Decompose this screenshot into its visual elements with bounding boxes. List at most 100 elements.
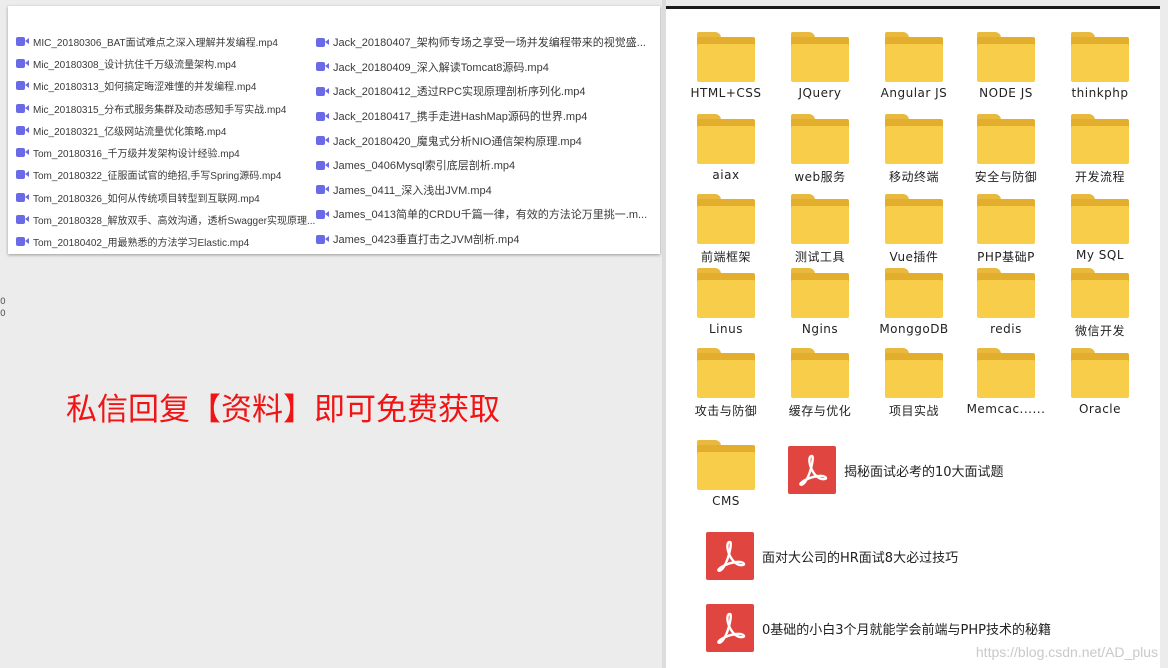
video-file-icon — [16, 103, 29, 113]
folder-item[interactable]: Ngins — [780, 268, 860, 336]
folder-icon — [977, 32, 1035, 82]
left-edge-fragment: 00 — [0, 297, 6, 319]
folder-label: 项目实战 — [888, 404, 939, 418]
folder-label: redis — [990, 322, 1022, 336]
video-file-name: James_0406Mysql索引底层剖析.mp4 — [333, 160, 516, 173]
video-file-icon — [16, 237, 29, 247]
folder-item[interactable]: 微信开发 — [1060, 268, 1140, 339]
folder-label: Linus — [709, 322, 743, 336]
pdf-file-item[interactable]: 揭秘面试必考的10大面试题 — [788, 446, 1004, 494]
video-file-item[interactable]: Jack_20180407_架构师专场之享受一场并发编程带来的视觉盛... — [316, 30, 656, 55]
folder-item[interactable]: Memcac...... — [966, 348, 1046, 416]
folder-label: 攻击与防御 — [694, 404, 758, 418]
folder-icon — [1071, 194, 1129, 244]
pdf-icon — [706, 604, 754, 652]
video-file-name: James_0413简单的CRDU千篇一律，有效的方法论万里挑一.m... — [333, 209, 648, 222]
folder-item[interactable]: aiax — [686, 114, 766, 182]
folder-item[interactable]: PHP基础P — [966, 194, 1046, 265]
video-file-icon — [316, 185, 329, 195]
folder-icon — [885, 348, 943, 398]
video-file-icon — [316, 234, 329, 244]
folder-item[interactable]: Angular JS — [874, 32, 954, 100]
folder-item[interactable]: My SQL — [1060, 194, 1140, 262]
folder-item[interactable]: NODE JS — [966, 32, 1046, 100]
video-file-item[interactable]: Mic_20180313_如何搞定晦涩难懂的并发编程.mp4 — [16, 75, 316, 97]
folder-icon — [1071, 114, 1129, 164]
video-file-icon — [16, 215, 29, 225]
folder-icon — [1071, 348, 1129, 398]
video-file-item[interactable]: James_0413简单的CRDU千篇一律，有效的方法论万里挑一.m... — [316, 202, 656, 227]
folder-icon — [697, 32, 755, 82]
video-file-icon — [316, 160, 329, 170]
video-file-item[interactable]: James_0406Mysql索引底层剖析.mp4 — [316, 153, 656, 178]
folder-item[interactable]: redis — [966, 268, 1046, 336]
folder-icon — [697, 440, 755, 490]
video-file-item[interactable]: Mic_20180315_分布式服务集群及动态感知手写实战.mp4 — [16, 97, 316, 119]
folder-item[interactable]: 安全与防御 — [966, 114, 1046, 185]
video-file-name: Jack_20180412_透过RPC实现原理剖析序列化.mp4 — [333, 86, 586, 99]
video-file-item[interactable]: Tom_20180316_千万级并发架构设计经验.mp4 — [16, 141, 316, 163]
video-file-name: Tom_20180326_如何从传统项目转型到互联网.mp4 — [33, 193, 260, 205]
folder-item[interactable]: 测试工具 — [780, 194, 860, 265]
folder-item[interactable]: JQuery — [780, 32, 860, 100]
video-file-item[interactable]: Tom_20180328_解放双手、高效沟通，透析Swagger实现原理... — [16, 208, 316, 230]
folder-label: MonggoDB — [879, 322, 949, 336]
video-file-name: Mic_20180313_如何搞定晦涩难懂的并发编程.mp4 — [33, 82, 257, 94]
pdf-label: 面对大公司的HR面试8大必过技巧 — [762, 550, 959, 566]
folder-label: 缓存与优化 — [788, 404, 852, 418]
folder-icon — [977, 348, 1035, 398]
folder-item[interactable]: 攻击与防御 — [686, 348, 766, 419]
folder-item[interactable]: HTML+CSS — [686, 32, 766, 100]
folder-label: CMS — [712, 494, 740, 508]
folder-icon — [977, 194, 1035, 244]
folder-item[interactable]: 开发流程 — [1060, 114, 1140, 185]
video-file-icon — [316, 86, 329, 96]
folder-item[interactable]: CMS — [686, 440, 766, 508]
pdf-file-item[interactable]: 面对大公司的HR面试8大必过技巧 — [706, 532, 958, 580]
folder-item[interactable]: Vue插件 — [874, 194, 954, 265]
video-file-item[interactable]: Jack_20180417_携手走进HashMap源码的世界.mp4 — [316, 104, 656, 129]
pdf-label: 揭秘面试必考的10大面试题 — [844, 464, 1004, 480]
folder-item[interactable]: thinkphp — [1060, 32, 1140, 100]
video-file-name: Jack_20180420_魔鬼式分析NIO通信架构原理.mp4 — [333, 135, 582, 148]
folder-item[interactable]: web服务 — [780, 114, 860, 185]
promo-message: 私信回复【资料】即可免费获取 — [66, 392, 500, 428]
video-file-item[interactable]: Tom_20180326_如何从传统项目转型到互联网.mp4 — [16, 186, 316, 208]
folder-icon — [885, 268, 943, 318]
video-file-item[interactable]: James_0411_深入浅出JVM.mp4 — [316, 178, 656, 203]
folder-icon — [977, 114, 1035, 164]
video-file-item[interactable]: Tom_20180322_征服面试官的绝招,手写Spring源码.mp4 — [16, 164, 316, 186]
video-file-icon — [316, 209, 329, 219]
video-file-item[interactable]: Mic_20180308_设计抗住千万级流量架构.mp4 — [16, 52, 316, 74]
video-file-item[interactable]: Mic_20180321_亿级网站流量优化策略.mp4 — [16, 119, 316, 141]
folder-icon — [1071, 32, 1129, 82]
video-file-name: Tom_20180402_用最熟悉的方法学习Elastic.mp4 — [33, 238, 250, 250]
folder-item[interactable]: 前端框架 — [686, 194, 766, 265]
folder-label: Oracle — [1078, 402, 1122, 416]
folder-panel: HTML+CSS JQuery Angular JS NODE JS thinkphp a… — [666, 6, 1160, 668]
folder-item[interactable]: 项目实战 — [874, 348, 954, 419]
video-file-item[interactable]: Jack_20180420_魔鬼式分析NIO通信架构原理.mp4 — [316, 128, 656, 153]
video-file-icon — [16, 192, 29, 202]
folder-item[interactable]: MonggoDB — [874, 268, 954, 336]
folder-label: JQuery — [798, 86, 842, 100]
folder-item[interactable]: Linus — [686, 268, 766, 336]
folder-icon — [1071, 268, 1129, 318]
folder-item[interactable]: Oracle — [1060, 348, 1140, 416]
video-file-name: Jack_20180417_携手走进HashMap源码的世界.mp4 — [333, 111, 588, 124]
video-file-name: James_0411_深入浅出JVM.mp4 — [333, 184, 492, 197]
folder-label: HTML+CSS — [690, 86, 762, 100]
folder-item[interactable]: 移动终端 — [874, 114, 954, 185]
folder-label: web服务 — [794, 170, 846, 184]
video-file-item[interactable]: MIC_20180306_BAT面试难点之深入理解并发编程.mp4 — [16, 30, 316, 52]
folder-icon — [697, 268, 755, 318]
folder-item[interactable]: 缓存与优化 — [780, 348, 860, 419]
video-file-item[interactable]: Jack_20180409_深入解读Tomcat8源码.mp4 — [316, 55, 656, 80]
video-file-icon — [16, 148, 29, 158]
watermark: https://blog.csdn.net/AD_plus — [975, 644, 1158, 660]
folder-label: Angular JS — [880, 86, 948, 100]
folder-icon — [885, 32, 943, 82]
video-file-item[interactable]: Tom_20180402_用最熟悉的方法学习Elastic.mp4 — [16, 231, 316, 253]
video-file-item[interactable]: James_0423垂直打击之JVM剖析.mp4 — [316, 227, 656, 252]
video-file-item[interactable]: Jack_20180412_透过RPC实现原理剖析序列化.mp4 — [316, 79, 656, 104]
